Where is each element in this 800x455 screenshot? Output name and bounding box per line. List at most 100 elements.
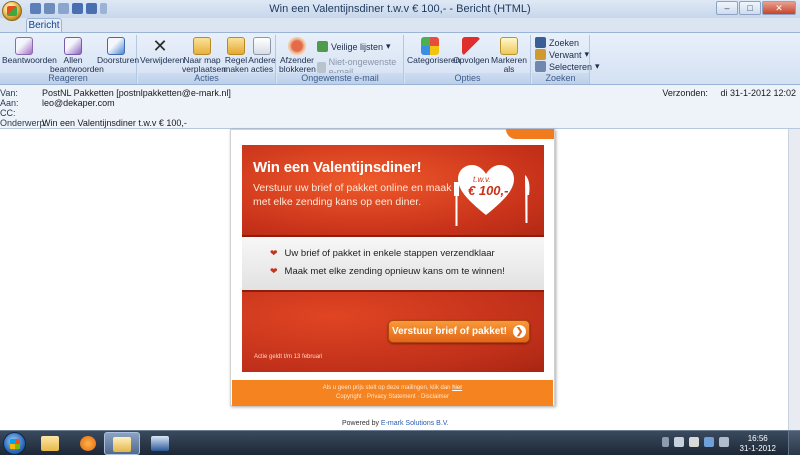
action-center-flag-icon[interactable]: [689, 437, 699, 447]
binoculars-icon: [535, 37, 546, 48]
flag-icon: [462, 37, 480, 55]
media-player-icon: [80, 436, 96, 451]
email-footer: Als u geen prijs stelt op deze mailingen…: [232, 380, 553, 406]
keyboard-icon[interactable]: [674, 437, 684, 447]
footer-links[interactable]: Copyright · Privacy Statement · Disclaim…: [232, 393, 553, 402]
outlook-icon: [113, 437, 131, 452]
move-to-folder-button[interactable]: Naar map verplaatsen: [182, 35, 226, 74]
office-button[interactable]: [2, 1, 22, 21]
block-sender-button[interactable]: Afzender blokkeren: [279, 35, 316, 74]
sent-info: Verzonden: di 31-1-2012 12:02: [662, 88, 796, 98]
sent-label: Verzonden:: [662, 88, 708, 98]
reply-button[interactable]: Beantwoorden: [2, 35, 57, 65]
bullet-band: ❤ Uw brief of pakket in enkele stappen v…: [242, 235, 544, 292]
email-content: Win een Valentijnsdiner! Verstuur uw bri…: [230, 129, 555, 406]
group-label-opties: Opties: [405, 73, 530, 84]
taskbar: 16:56 31-1-2012: [0, 430, 800, 455]
find-button[interactable]: Zoeken: [535, 37, 579, 48]
cta-panel: Verstuur brief of pakket! ❯ Actie geldt …: [242, 292, 544, 372]
tab-bericht[interactable]: Bericht: [26, 18, 62, 33]
taskbar-outlook[interactable]: [104, 432, 140, 455]
ribbon-tabs: Bericht: [0, 18, 800, 33]
folder-icon: [41, 436, 59, 451]
group-label-zoeken: Zoeken: [532, 73, 589, 84]
orange-corner-tab: [506, 129, 554, 139]
network-icon[interactable]: [704, 437, 714, 447]
reply-all-icon: [64, 37, 82, 55]
title-bar: Win een Valentijnsdiner t.w.v € 100,- - …: [0, 0, 800, 21]
categorize-icon: [421, 37, 439, 55]
cc-label: CC:: [0, 108, 16, 118]
word-icon: [151, 436, 169, 451]
related-icon: [535, 49, 546, 60]
safe-lists-icon: [317, 41, 328, 52]
maximize-button[interactable]: □: [739, 1, 761, 15]
powered-by-link[interactable]: E-mark Solutions B.V.: [381, 420, 449, 427]
not-junk-icon: [317, 61, 326, 73]
select-button[interactable]: Selecteren ▾: [535, 61, 600, 72]
group-label-ongewenste: Ongewenste e-mail: [277, 73, 403, 84]
show-desktop-button[interactable]: [788, 431, 800, 455]
group-reageren: Beantwoorden Allen beantwoorden Doorstur…: [0, 35, 139, 84]
ribbon: Beantwoorden Allen beantwoorden Doorstur…: [0, 32, 800, 85]
close-button[interactable]: ✕: [762, 1, 796, 15]
bullet-heart-icon: ❤: [270, 266, 278, 276]
windows-logo-icon: [9, 438, 20, 449]
clock-time: 16:56: [747, 434, 768, 443]
block-sender-icon: [288, 37, 306, 55]
group-label-reageren: Reageren: [0, 73, 136, 84]
window-title: Win een Valentijnsdiner t.w.v € 100,- - …: [269, 3, 531, 15]
dropdown-arrow-icon: ▾: [584, 49, 590, 59]
forward-button[interactable]: Doorsturen: [97, 35, 139, 65]
bullet-1: ❤ Uw brief of pakket in enkele stappen v…: [270, 248, 495, 259]
clock-date: 31-1-2012: [739, 444, 776, 453]
vertical-scrollbar[interactable]: [788, 129, 800, 430]
rule-icon: [227, 37, 245, 55]
group-ongewenste: Afzender blokkeren Veilige lijsten ▾ Niet…: [277, 35, 404, 84]
start-button[interactable]: [3, 432, 26, 455]
valentine-banner[interactable]: Win een Valentijnsdiner! Verstuur uw bri…: [242, 145, 544, 235]
taskbar-word[interactable]: [142, 432, 178, 455]
delete-button[interactable]: ✕ Verwijderen: [140, 35, 184, 65]
folder-move-icon: [193, 37, 211, 55]
delete-x-icon: ✕: [152, 36, 168, 56]
other-actions-button[interactable]: Andere acties: [248, 35, 276, 74]
message-body: Win een Valentijnsdiner! Verstuur uw bri…: [0, 129, 800, 430]
banner-subline: Verstuur uw brief of pakket online en ma…: [253, 182, 452, 208]
taskbar-media-player[interactable]: [70, 432, 106, 455]
other-actions-icon: [253, 37, 271, 55]
safe-lists-button[interactable]: Veilige lijsten ▾: [317, 41, 391, 52]
to-label: Aan:: [0, 98, 19, 108]
bullet-heart-icon: ❤: [270, 248, 278, 258]
volume-icon[interactable]: [719, 437, 729, 447]
sent-value: di 31-1-2012 12:02: [720, 88, 796, 98]
to-value[interactable]: leo@dekaper.com: [42, 98, 115, 108]
group-label-acties: Acties: [138, 73, 275, 84]
clock[interactable]: 16:56 31-1-2012: [740, 434, 776, 454]
related-button[interactable]: Verwant ▾: [535, 49, 589, 60]
select-icon: [535, 61, 546, 72]
forward-icon: [107, 37, 125, 55]
subject-label: Onderwerp:: [0, 118, 48, 128]
show-hidden-icons-icon[interactable]: [662, 437, 669, 447]
categorize-button[interactable]: Categoriseren: [407, 35, 460, 65]
promo-note: Actie geldt t/m 13 februari: [254, 354, 323, 360]
create-rule-button[interactable]: Regel maken: [223, 35, 249, 74]
from-value[interactable]: PostNL Pakketten [postnlpakketten@e-mark…: [42, 88, 231, 98]
fork-icon: [454, 182, 459, 226]
office-logo-icon: [7, 6, 17, 16]
reply-all-button[interactable]: Allen beantwoorden: [50, 35, 104, 74]
minimize-button[interactable]: –: [716, 1, 738, 15]
dropdown-arrow-icon: ▾: [595, 61, 600, 71]
group-acties: ✕ Verwijderen Naar map verplaatsen Regel…: [138, 35, 276, 84]
powered-by: Powered by E-mark Solutions B.V.: [342, 420, 449, 427]
send-package-button[interactable]: Verstuur brief of pakket! ❯: [388, 320, 530, 343]
unsubscribe-link[interactable]: hier: [452, 385, 462, 391]
arrow-right-icon: ❯: [513, 325, 527, 338]
knife-icon: [525, 175, 530, 223]
banner-headline: Win een Valentijnsdiner!: [253, 159, 422, 176]
follow-up-button[interactable]: Opvolgen: [453, 35, 489, 65]
message-headers: Van: PostNL Pakketten [postnlpakketten@e…: [0, 85, 800, 129]
taskbar-explorer[interactable]: [32, 432, 68, 455]
from-label: Van:: [0, 88, 18, 98]
